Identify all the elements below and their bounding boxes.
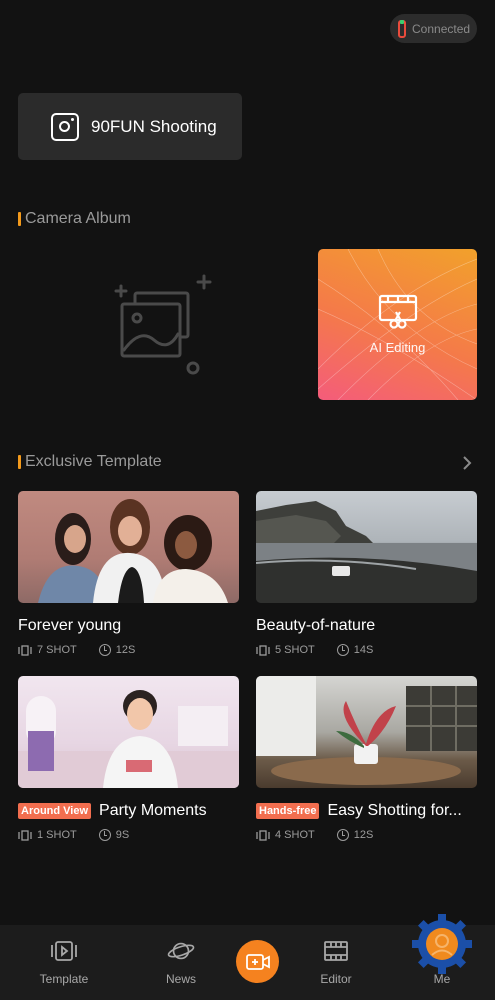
thumbnail-image xyxy=(256,501,477,603)
me-avatar[interactable] xyxy=(408,910,476,978)
connection-status[interactable]: Connected xyxy=(390,14,477,43)
shot-icon xyxy=(256,829,270,841)
template-title: Beauty-of-nature xyxy=(256,617,376,634)
album-section-title: Camera Album xyxy=(18,210,131,228)
template-card[interactable]: Hands-free Easy Shotting for... 4 SHOT 1… xyxy=(256,676,477,841)
duration-label: 14S xyxy=(353,644,374,656)
template-title: Exclusive Template xyxy=(25,453,162,470)
shot-count: 7 SHOT xyxy=(18,644,77,656)
tab-editor[interactable]: Editor xyxy=(296,925,376,1000)
duration-label: 12S xyxy=(115,644,136,656)
duration: 14S xyxy=(336,644,374,656)
template-badge: Around View xyxy=(18,803,92,819)
shooting-label: 90FUN Shooting xyxy=(91,116,217,136)
thumbnail-image xyxy=(256,676,477,785)
duration-label: 12S xyxy=(353,829,374,841)
ai-editing-icon xyxy=(378,294,417,329)
template-title: Forever young xyxy=(18,617,122,634)
template-thumbnail[interactable] xyxy=(256,676,477,788)
duration-label: 9S xyxy=(115,829,130,841)
planet-icon xyxy=(167,942,195,960)
thumbnail-image xyxy=(38,499,228,603)
template-title: Party Moments xyxy=(99,802,207,819)
duration: 12S xyxy=(336,829,374,841)
record-button[interactable] xyxy=(236,940,279,983)
section-accent-bar xyxy=(18,212,21,226)
template-card[interactable]: Around View Party Moments 1 SHOT 9S xyxy=(18,676,239,841)
film-icon xyxy=(324,941,348,961)
duration: 12S xyxy=(98,644,136,656)
template-badge: Hands-free xyxy=(256,803,320,819)
clock-icon xyxy=(98,829,111,841)
clock-icon xyxy=(336,829,349,841)
album-title: Camera Album xyxy=(25,210,131,227)
device-icon xyxy=(398,19,406,38)
shot-icon xyxy=(256,644,270,656)
tab-news[interactable]: News xyxy=(141,925,221,1000)
empty-album-icon[interactable] xyxy=(112,272,217,377)
ai-editing-label: AI Editing xyxy=(369,340,426,355)
shot-icon xyxy=(18,644,32,656)
shot-icon xyxy=(18,829,32,841)
shot-count: 5 SHOT xyxy=(256,644,315,656)
shot-count: 4 SHOT xyxy=(256,829,315,841)
shot-count-label: 7 SHOT xyxy=(37,644,77,656)
template-card[interactable]: Beauty-of-nature 5 SHOT 14S xyxy=(256,491,477,656)
clock-icon xyxy=(98,644,111,656)
chevron-right-icon[interactable] xyxy=(460,455,474,471)
duration: 9S xyxy=(98,829,130,841)
shot-count-label: 5 SHOT xyxy=(275,644,315,656)
video-camera-icon xyxy=(245,953,270,970)
ai-editing-card[interactable]: AI Editing xyxy=(318,249,477,400)
thumbnail-image xyxy=(18,690,239,788)
template-card[interactable]: Forever young 7 SHOT 12S xyxy=(18,491,239,656)
clock-icon xyxy=(336,644,349,656)
template-title: Easy Shotting for... xyxy=(327,802,462,819)
shot-count-label: 1 SHOT xyxy=(37,829,77,841)
shot-count: 1 SHOT xyxy=(18,829,77,841)
template-section-title: Exclusive Template xyxy=(18,453,162,471)
section-accent-bar xyxy=(18,455,21,469)
shot-count-label: 4 SHOT xyxy=(275,829,315,841)
template-thumbnail[interactable] xyxy=(256,491,477,603)
tab-editor-label: Editor xyxy=(320,972,352,986)
tab-template[interactable]: Template xyxy=(24,925,104,1000)
shooting-button[interactable]: 90FUN Shooting xyxy=(18,93,242,160)
tab-template-label: Template xyxy=(39,972,89,986)
template-thumbnail[interactable] xyxy=(18,491,239,603)
tab-news-label: News xyxy=(165,972,196,986)
template-icon xyxy=(51,941,77,961)
connection-label: Connected xyxy=(412,21,471,36)
template-thumbnail[interactable] xyxy=(18,676,239,788)
camera-icon xyxy=(51,112,79,141)
